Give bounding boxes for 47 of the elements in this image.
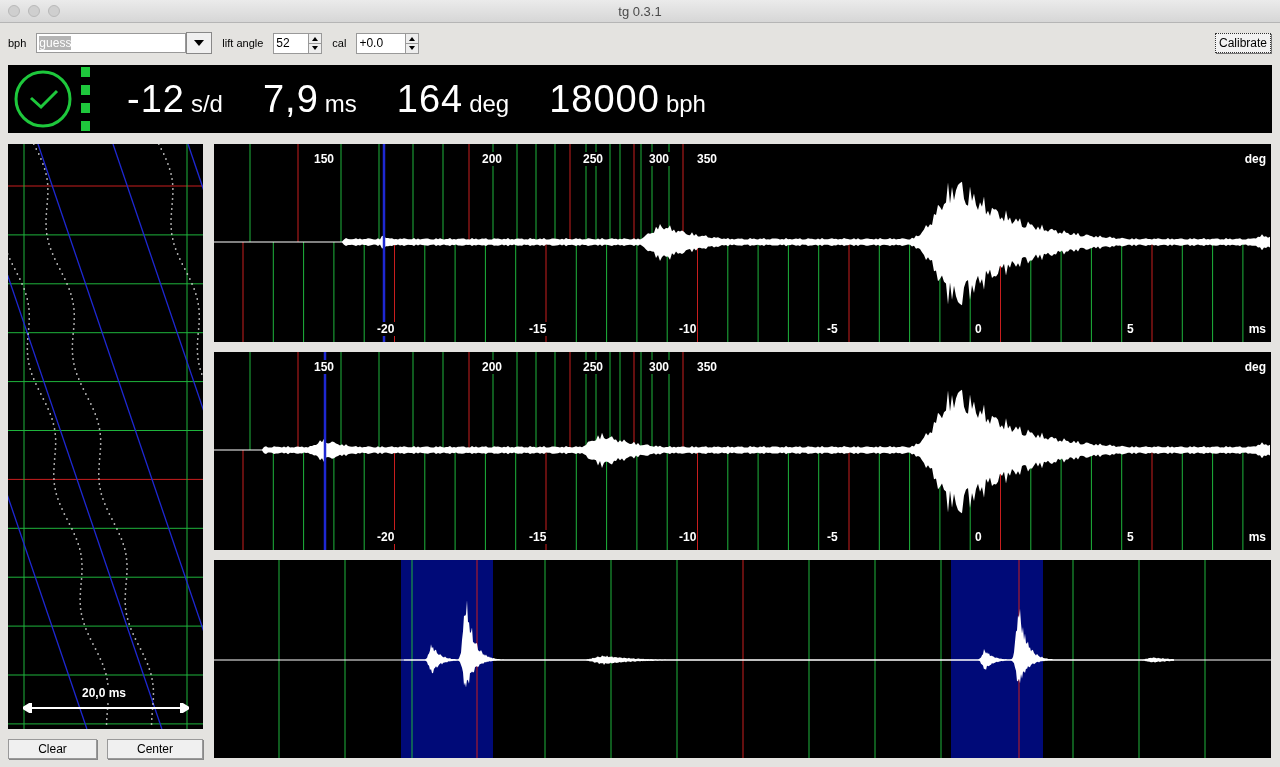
time-tick-label: 0 xyxy=(974,530,983,544)
angle-tick-label: 350 xyxy=(696,360,719,374)
angle-tick-label: 250 xyxy=(582,152,605,166)
time-tick-label: -15 xyxy=(528,530,548,544)
time-tick-label: -15 xyxy=(528,322,548,336)
angle-tick-label: 200 xyxy=(481,152,504,166)
angle-tick-label: 350 xyxy=(696,152,719,166)
angle-unit-label: deg xyxy=(1243,152,1267,166)
time-tick-label: 0 xyxy=(974,322,983,336)
strip-button[interactable]: Clear xyxy=(8,739,97,759)
angle-unit-label: deg xyxy=(1243,360,1267,374)
readout-unit: bph xyxy=(665,89,706,118)
angle-tick-label: 250 xyxy=(582,360,605,374)
cal-spinbox[interactable]: +0.0 xyxy=(356,32,420,54)
time-tick-label: 5 xyxy=(1126,322,1135,336)
strip-button[interactable]: Center xyxy=(107,739,203,759)
angle-tick-label: 300 xyxy=(648,360,671,374)
angle-tick-label: 150 xyxy=(313,360,336,374)
time-tick-label: -10 xyxy=(678,530,698,544)
window-title: tg 0.3.1 xyxy=(618,3,662,19)
angle-tick-label: 150 xyxy=(313,152,336,166)
time-tick-label: -5 xyxy=(826,322,839,336)
lift-angle-label: lift angle xyxy=(222,37,264,49)
cal-label: cal xyxy=(332,37,347,49)
time-tick-label: -10 xyxy=(678,322,698,336)
caret-icon xyxy=(194,40,205,46)
readout-value: -12 xyxy=(127,77,185,121)
time-tick-label: -20 xyxy=(376,530,396,544)
time-tick-label: -20 xyxy=(376,322,396,336)
double-arrow-icon xyxy=(23,703,189,713)
readout-unit: ms xyxy=(324,89,357,118)
readout-value: 164 xyxy=(396,77,464,121)
readout-unit: deg xyxy=(469,89,510,118)
clock-check-icon xyxy=(13,69,73,129)
scale-label: 20,0 ms xyxy=(80,686,129,700)
signal-bars-icon xyxy=(81,67,91,131)
readout-value: 7,9 xyxy=(262,77,319,121)
time-tick-label: -5 xyxy=(826,530,839,544)
dropdown-button[interactable] xyxy=(186,32,213,54)
readout-value: 18000 xyxy=(549,77,660,121)
readout-unit: s/d xyxy=(190,89,223,118)
angle-tick-label: 300 xyxy=(648,152,671,166)
angle-tick-label: 200 xyxy=(481,360,504,374)
time-tick-label: 5 xyxy=(1126,530,1135,544)
bph-label: bph xyxy=(8,37,27,49)
calibrate-button[interactable]: Calibrate xyxy=(1214,33,1271,53)
lift-angle-spinbox[interactable]: 52 xyxy=(273,32,323,54)
